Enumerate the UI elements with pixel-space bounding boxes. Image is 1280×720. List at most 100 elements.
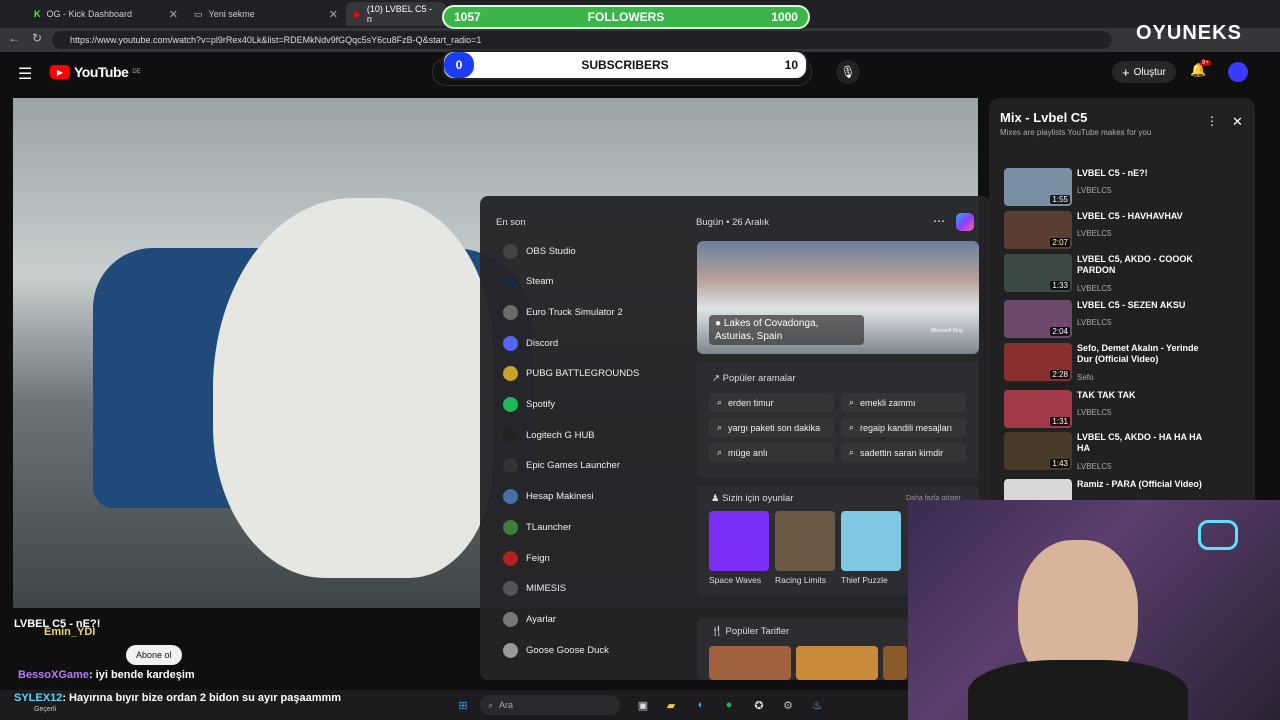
tab-new[interactable]: ▭ Yeni sekme ✕ — [186, 2, 346, 26]
close-icon[interactable]: ✕ — [169, 8, 178, 21]
duration: 2:28 — [1050, 370, 1070, 379]
app-icon — [503, 642, 518, 658]
app-icon — [503, 458, 518, 474]
chip-label: sadettin saran kimdir — [860, 447, 944, 458]
more-vert-icon[interactable]: ⋮ — [1206, 114, 1218, 128]
thumbnail: 1:43 — [1004, 432, 1072, 470]
youtube-play-icon: ▶ — [50, 65, 70, 79]
search-suggestion-chip[interactable]: ⌕ müge anlı — [709, 443, 834, 462]
game-tile[interactable] — [775, 511, 835, 571]
game-tile[interactable] — [709, 511, 769, 571]
list-item[interactable]: 1:55 LVBEL C5 - nE?! LVBELC5 — [1004, 168, 1254, 210]
playlist-title: Mix - Lvbel C5 — [1000, 110, 1088, 125]
app-icon — [503, 335, 518, 351]
reload-icon[interactable]: ↻ — [32, 31, 42, 45]
brand-logo: OYUNEKS — [1136, 22, 1242, 44]
list-item[interactable]: Ramiz - PARA (Official Video) — [1004, 479, 1254, 501]
app-label: Euro Truck Simulator 2 — [526, 306, 623, 318]
back-icon[interactable]: ← — [8, 31, 20, 45]
close-icon[interactable]: ✕ — [1232, 114, 1243, 130]
search-suggestion-chip[interactable]: ⌕ erden timur — [709, 393, 834, 412]
file-explorer-icon[interactable]: ▰ — [662, 696, 680, 714]
steam-icon[interactable]: ♨ — [808, 696, 826, 714]
list-item[interactable]: 1:31 TAK TAK TAK LVBELC5 — [1004, 390, 1254, 432]
start-app-item[interactable]: MIMESIS — [503, 578, 566, 600]
item-channel: LVBELC5 — [1077, 318, 1112, 327]
start-app-item[interactable]: Logitech G HUB — [503, 424, 595, 446]
spotify-icon[interactable]: ● — [720, 696, 738, 714]
list-item[interactable]: 2:04 LVBEL C5 - SEZEN AKSU LVBELC5 — [1004, 300, 1254, 342]
close-icon[interactable]: ✕ — [329, 8, 338, 21]
windows-start-icon[interactable]: ⊞ — [454, 696, 472, 714]
start-app-item[interactable]: Spotify — [503, 394, 555, 416]
chat-username: SYLEX12 — [14, 692, 63, 704]
thumbnail — [1004, 479, 1072, 501]
games-label: Sizin için oyunlar — [722, 493, 794, 504]
region-code: DE — [132, 69, 141, 75]
subscribe-button[interactable]: Abone ol — [126, 645, 182, 665]
item-channel: LVBELC5 — [1077, 284, 1112, 293]
search-suggestion-chip[interactable]: ⌕ regaip kandili mesajları — [841, 418, 966, 437]
recipe-thumb[interactable] — [796, 646, 878, 680]
list-item[interactable]: 2:28 Sefo, Demet Akalın - Yerinde Dur (O… — [1004, 343, 1254, 385]
recipe-thumb[interactable] — [883, 646, 907, 680]
task-view-icon[interactable]: ▣ — [634, 696, 652, 714]
games-icon: ♟ — [711, 493, 720, 504]
item-title: LVBEL C5, AKDO - COOOK PARDON — [1077, 254, 1193, 275]
app-label: Feign — [526, 552, 550, 564]
featured-caption: ● Lakes of Covadonga, Asturias, Spain — [709, 315, 864, 345]
app-label: Logitech G HUB — [526, 429, 595, 441]
start-app-item[interactable]: Discord — [503, 332, 558, 354]
create-label: Oluştur — [1133, 66, 1166, 78]
gamepad-icon[interactable]: ✪ — [750, 696, 768, 714]
tab-youtube[interactable]: ▶ (10) LVBEL C5 - n — [346, 2, 446, 26]
start-app-item[interactable]: Ayarlar — [503, 608, 556, 630]
start-app-item[interactable]: Goose Goose Duck — [503, 639, 609, 661]
start-app-item[interactable]: Epic Games Launcher — [503, 455, 620, 477]
featured-image-card[interactable]: ● Lakes of Covadonga, Asturias, Spain Mi… — [697, 241, 979, 354]
search-suggestion-chip[interactable]: ⌕ sadettin saran kimdir — [841, 443, 966, 462]
start-app-item[interactable]: Steam — [503, 271, 553, 293]
app-label: Epic Games Launcher — [526, 460, 620, 472]
start-app-item[interactable]: OBS Studio — [503, 240, 576, 262]
url-field[interactable]: https://www.youtube.com/watch?v=pl9rRex4… — [52, 31, 1112, 49]
search-suggestion-chip[interactable]: ⌕ emekli zammı — [841, 393, 966, 412]
edge-icon[interactable]: ◐ — [692, 696, 710, 714]
create-button[interactable]: + Oluştur — [1112, 61, 1176, 83]
search-placeholder: Ara — [499, 700, 514, 710]
recipes-icon: 🍴 — [711, 626, 723, 637]
settings-icon[interactable]: ⚙ — [779, 696, 797, 714]
avatar[interactable] — [1228, 62, 1248, 82]
microphone-icon[interactable]: 🎙 — [836, 60, 860, 84]
subscribers-goal-bar: 0 SUBSCRIBERS 10 — [442, 50, 808, 80]
more-horiz-icon[interactable]: ⋯ — [933, 214, 945, 228]
start-app-item[interactable]: PUBG BATTLEGROUNDS — [503, 363, 639, 385]
app-label: Goose Goose Duck — [526, 644, 609, 656]
webcam-feed — [908, 500, 1280, 720]
list-item[interactable]: 2:07 LVBEL C5 - HAVHAVHAV LVBELC5 — [1004, 211, 1254, 253]
copilot-icon[interactable] — [956, 213, 974, 231]
start-app-item[interactable]: TLauncher — [503, 516, 571, 538]
duration: 1:31 — [1050, 417, 1070, 426]
item-channel: Sefo — [1077, 373, 1094, 382]
start-app-item[interactable]: Feign — [503, 547, 550, 569]
duration: 1:43 — [1050, 459, 1070, 468]
subscribers-goal: 10 — [784, 58, 798, 72]
app-icon — [503, 581, 518, 597]
search-suggestion-chip[interactable]: ⌕ yargı paketi son dakika — [709, 418, 834, 437]
youtube-tab-icon: ▶ — [354, 8, 361, 19]
start-app-item[interactable]: Hesap Makinesi — [503, 486, 594, 508]
recipe-thumb[interactable] — [709, 646, 791, 680]
popular-searches-heading: ↗ Popüler aramalar — [712, 373, 795, 384]
menu-icon[interactable]: ☰ — [18, 64, 32, 84]
item-channel: LVBELC5 — [1077, 229, 1112, 238]
list-item[interactable]: 1:33 LVBEL C5, AKDO - COOOK PARDON LVBEL… — [1004, 254, 1254, 296]
game-tile[interactable] — [841, 511, 901, 571]
list-item[interactable]: 1:43 LVBEL C5, AKDO - HA HA HA HA LVBELC… — [1004, 432, 1254, 474]
taskbar-search-input[interactable]: ⌕ Ara — [480, 695, 620, 715]
youtube-logo[interactable]: ▶ YouTube DE — [50, 64, 141, 80]
start-app-item[interactable]: Euro Truck Simulator 2 — [503, 301, 623, 323]
recipes-heading: 🍴 Popüler Tarifler — [711, 626, 789, 637]
trending-icon: ↗ — [712, 373, 720, 384]
tab-kick-dashboard[interactable]: K OG - Kick Dashboard ✕ — [26, 2, 186, 26]
